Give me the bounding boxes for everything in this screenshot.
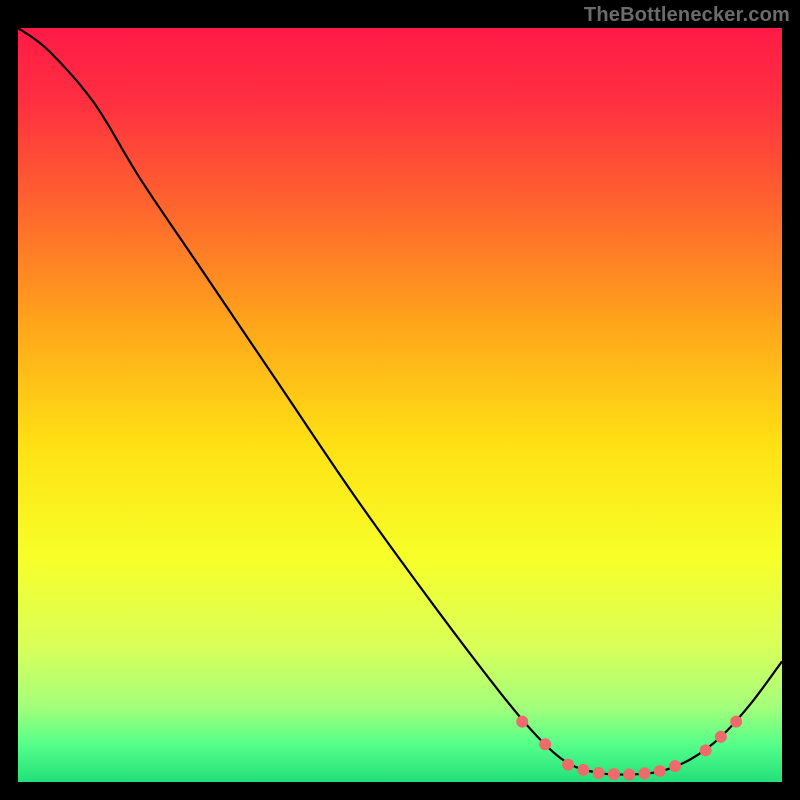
data-marker: [623, 768, 635, 780]
plot-area: [18, 28, 782, 782]
data-marker: [700, 744, 712, 756]
data-marker: [539, 738, 551, 750]
data-marker: [669, 760, 681, 772]
data-marker: [577, 764, 589, 776]
data-marker: [593, 767, 605, 779]
data-marker: [608, 768, 620, 780]
data-marker: [516, 716, 528, 728]
data-marker: [730, 716, 742, 728]
attribution-text: TheBottlenecker.com: [584, 4, 790, 27]
data-marker: [562, 759, 574, 771]
chart-frame: TheBottlenecker.com: [0, 0, 800, 800]
chart-svg: [18, 28, 782, 782]
gradient-background: [18, 28, 782, 782]
data-marker: [715, 731, 727, 743]
data-marker: [654, 765, 666, 777]
data-marker: [638, 767, 650, 779]
